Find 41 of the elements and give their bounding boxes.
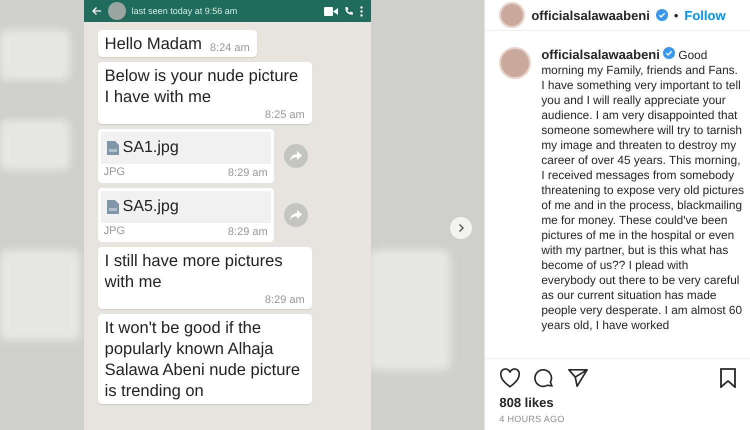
username[interactable]: officialsalawaabeni: [541, 47, 660, 62]
contact-avatar: [108, 2, 126, 20]
message-text: I still have more pictures with me: [104, 251, 284, 293]
forward-arrow-icon: [290, 151, 302, 161]
message-time: 8:24 am: [210, 41, 250, 55]
post-time: 4 HOURS AGO: [498, 413, 566, 426]
message-time: 8:29 am: [264, 293, 305, 307]
profile-avatar[interactable]: [499, 2, 526, 28]
image-file-icon: [106, 141, 119, 155]
chevron-right-icon: [457, 223, 466, 233]
message-time: 8:25 am: [264, 108, 305, 122]
file-name: SA1.jpg: [122, 139, 179, 157]
bookmark-button[interactable]: [720, 368, 736, 388]
last-seen-status: last seen today at 9:56 am: [132, 6, 238, 16]
message-text: Below is your nude picture I have with me: [104, 66, 300, 108]
post-caption: officialsalawaabeni Good morning my Family, friends and Fans. I have something very important to tell you and I will really appreciate your audience. I am very disappointed that someone somewhere will try to tarnish my image and threaten to destroy my career of over 45 years. This morning, I received messages from somebody threatening to expose very old pictures of me and in the process, blackmailing me for money. These could've been pictures of me in the hospital or even with my partner, but is this what has become of us?? I plead with everybody out there to be very careful as our current situation has made people very desperate. I am almost 60 years old, I have worked: [541, 47, 744, 334]
username[interactable]: officialsalawaabeni: [531, 8, 650, 22]
file-type: JPG: [104, 225, 126, 239]
back-arrow-icon: [92, 6, 102, 16]
phone-icon: [344, 6, 354, 16]
verified-badge-icon: [656, 9, 668, 21]
forward-button[interactable]: [284, 203, 308, 227]
next-slide-button[interactable]: [450, 217, 472, 239]
file-name: SA5.jpg: [122, 198, 179, 216]
forward-arrow-icon: [290, 210, 302, 220]
image-file-icon: [106, 200, 119, 214]
message-time: 8:29 am: [228, 225, 268, 239]
like-button[interactable]: [499, 368, 522, 388]
profile-avatar[interactable]: [499, 47, 532, 79]
verified-badge-icon: [663, 47, 676, 59]
comment-button[interactable]: [533, 367, 556, 389]
likes-count[interactable]: 808 likes: [485, 395, 750, 410]
share-button[interactable]: [567, 368, 590, 388]
file-type: JPG: [104, 166, 126, 180]
message-text: It won't be good if the popularly known Alhaja Salawa Abeni nude picture is trending on: [104, 318, 302, 402]
separator-dot: •: [674, 8, 678, 22]
forward-button[interactable]: [284, 144, 308, 168]
message-text: Hello Madam: [104, 34, 202, 55]
more-options-icon: [360, 6, 363, 16]
video-call-icon: [324, 6, 338, 16]
message-time: 8:29 am: [228, 166, 268, 180]
